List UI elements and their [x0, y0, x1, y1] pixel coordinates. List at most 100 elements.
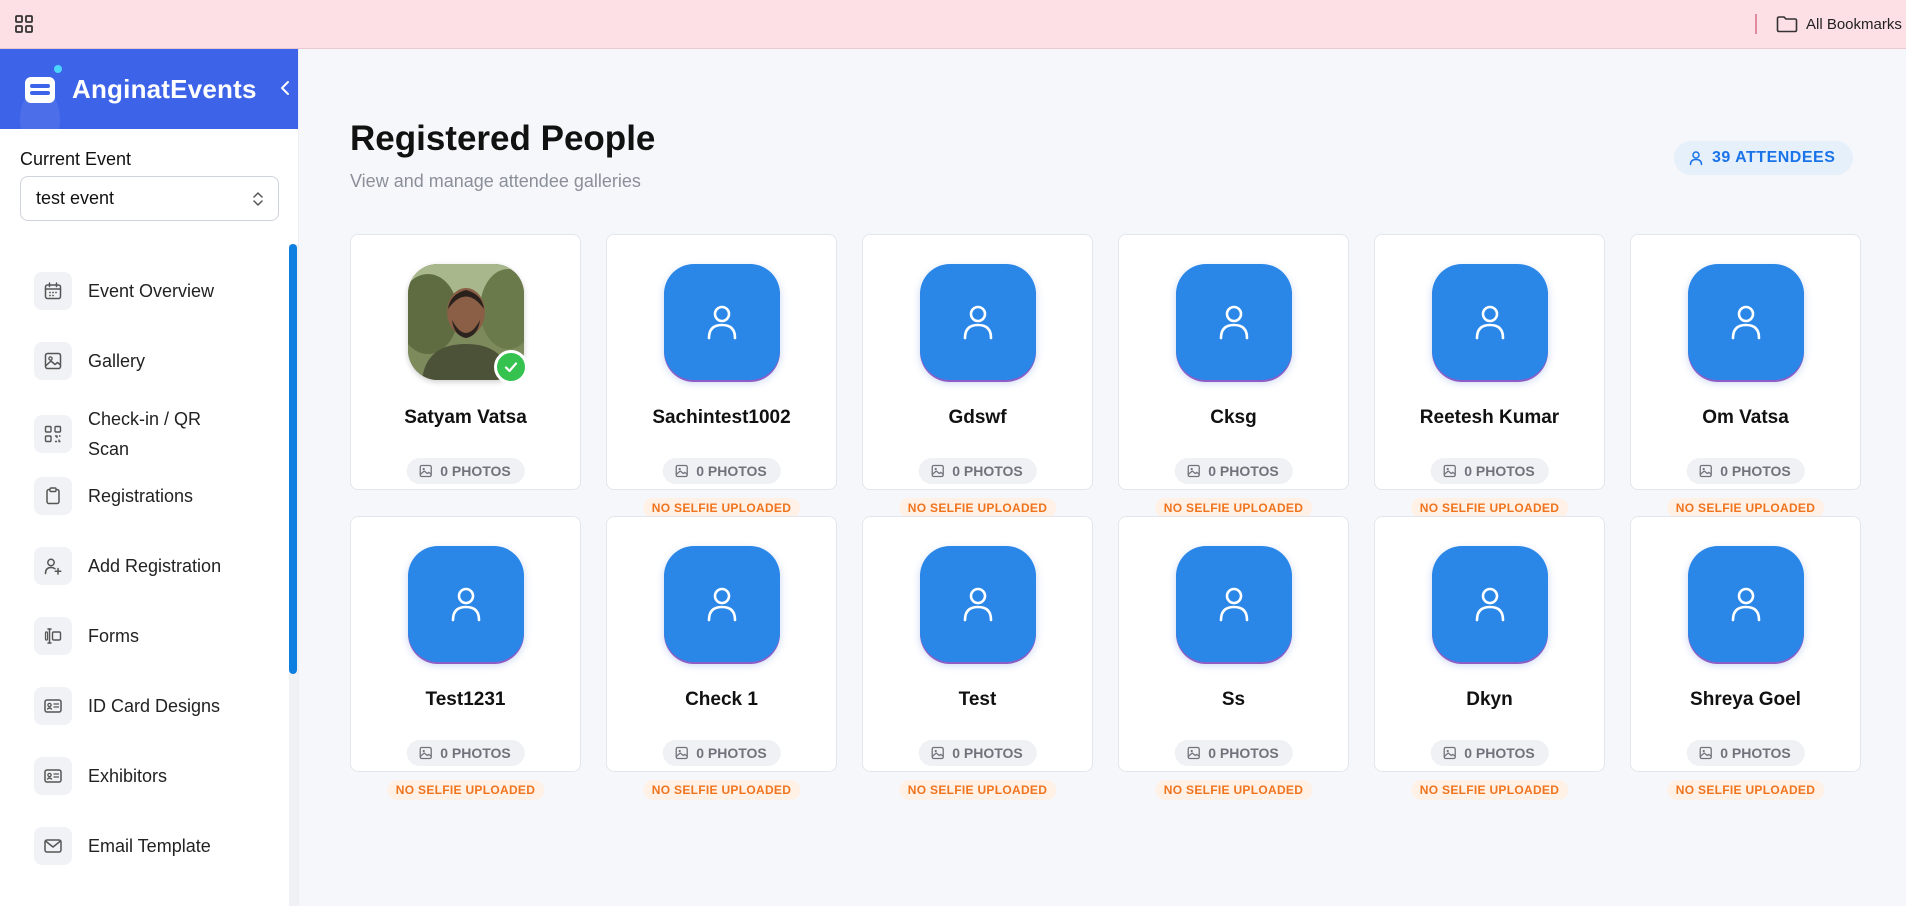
photo-count: 0 PHOTOS	[1464, 745, 1535, 761]
no-selfie-badge: NO SELFIE UPLOADED	[386, 780, 545, 800]
all-bookmarks-button[interactable]: All Bookmarks	[1776, 13, 1902, 35]
current-event-label: Current Event	[20, 149, 132, 169]
mail-icon	[34, 827, 72, 865]
photo-count: 0 PHOTOS	[696, 745, 767, 761]
select-chevrons-icon	[253, 192, 263, 206]
sidebar-item-id-card-designs[interactable]: ID Card Designs	[34, 687, 220, 725]
user-placeholder-icon	[1688, 264, 1804, 380]
current-event-value: test event	[36, 188, 115, 208]
image-icon	[674, 464, 688, 478]
user-placeholder-icon	[920, 546, 1036, 662]
sidebar-item-add-registration[interactable]: Add Registration	[34, 547, 221, 585]
photo-count-badge: 0 PHOTOS	[1430, 740, 1549, 766]
verified-check-icon	[494, 350, 528, 384]
no-selfie-badge: NO SELFIE UPLOADED	[642, 780, 801, 800]
no-selfie-badge: NO SELFIE UPLOADED	[898, 780, 1057, 800]
apps-grid-icon[interactable]	[15, 15, 33, 33]
photo-count-badge: 0 PHOTOS	[1174, 740, 1293, 766]
no-selfie-badge: NO SELFIE UPLOADED	[1154, 498, 1313, 518]
user-placeholder-icon	[1432, 546, 1548, 662]
attendee-card[interactable]: Cksg 0 PHOTOS NO SELFIE UPLOADED	[1118, 234, 1349, 518]
photo-count: 0 PHOTOS	[1464, 463, 1535, 479]
attendee-card[interactable]: Om Vatsa 0 PHOTOS NO SELFIE UPLOADED	[1630, 234, 1861, 518]
attendee-name: Sachintest1002	[652, 407, 791, 428]
brand-name: AnginatEvents	[72, 73, 257, 104]
clipboard-icon	[34, 477, 72, 515]
form-icon	[34, 617, 72, 655]
attendee-card[interactable]: Satyam Vatsa 0 PHOTOS	[350, 234, 581, 490]
image-icon	[418, 464, 432, 478]
attendee-name: Ss	[1221, 689, 1246, 710]
attendee-name: Test	[958, 689, 997, 710]
sidebar-item-exhibitors[interactable]: Exhibitors	[34, 757, 167, 795]
attendee-card[interactable]: Test1231 0 PHOTOS NO SELFIE UPLOADED	[350, 516, 581, 800]
image-icon	[1442, 464, 1456, 478]
attendee-name: Satyam Vatsa	[404, 407, 527, 428]
sidebar-item-event-overview[interactable]: Event Overview	[34, 272, 214, 310]
no-selfie-badge: NO SELFIE UPLOADED	[1666, 498, 1825, 518]
image-icon	[1698, 746, 1712, 760]
page-subtitle: View and manage attendee galleries	[350, 171, 641, 191]
sidebar-item-checkin-qr-scan[interactable]: Check-in / QR Scan	[34, 404, 218, 464]
sidebar-item-registrations[interactable]: Registrations	[34, 477, 193, 515]
app-logo-icon	[22, 65, 62, 107]
user-placeholder-icon	[664, 546, 780, 662]
photo-count: 0 PHOTOS	[440, 745, 511, 761]
attendee-card[interactable]: Sachintest1002 0 PHOTOS NO SELFIE UPLOADED	[606, 234, 837, 518]
no-selfie-badge: NO SELFIE UPLOADED	[1410, 780, 1569, 800]
sidebar-item-label: ID Card Designs	[88, 696, 221, 716]
image-icon	[930, 746, 944, 760]
attendee-card[interactable]: Dkyn 0 PHOTOS NO SELFIE UPLOADED	[1374, 516, 1605, 800]
image-icon	[674, 746, 688, 760]
sidebar-item-forms[interactable]: Forms	[34, 617, 139, 655]
photo-count-badge: 0 PHOTOS	[1430, 458, 1549, 484]
image-icon	[930, 464, 944, 478]
attendee-card[interactable]: Gdswf 0 PHOTOS NO SELFIE UPLOADED	[862, 234, 1093, 518]
sidebar-item-label: Email Template	[88, 836, 211, 856]
user-placeholder-icon	[1432, 264, 1548, 380]
photo-count: 0 PHOTOS	[952, 745, 1023, 761]
image-icon	[1698, 464, 1712, 478]
attendee-card[interactable]: Shreya Goel 0 PHOTOS NO SELFIE UPLOADED	[1630, 516, 1861, 800]
sidebar-item-label: Check-in / QR Scan	[88, 409, 202, 459]
photo-count: 0 PHOTOS	[1208, 745, 1279, 761]
sidebar-item-email-template[interactable]: Email Template	[34, 827, 211, 865]
photo-count-badge: 0 PHOTOS	[1686, 740, 1805, 766]
attendee-name: Test1231	[425, 689, 506, 710]
all-bookmarks-label: All Bookmarks	[1806, 15, 1902, 33]
attendee-card[interactable]: Check 1 0 PHOTOS NO SELFIE UPLOADED	[606, 516, 837, 800]
sidebar-item-gallery[interactable]: Gallery	[34, 342, 145, 380]
image-icon	[1186, 746, 1200, 760]
attendee-count: 39 ATTENDEES	[1712, 149, 1836, 166]
photo-count-badge: 0 PHOTOS	[918, 458, 1037, 484]
id-card-icon	[34, 757, 72, 795]
attendee-card[interactable]: Reetesh Kumar 0 PHOTOS NO SELFIE UPLOADED	[1374, 234, 1605, 518]
photo-count: 0 PHOTOS	[1208, 463, 1279, 479]
photo-count-badge: 0 PHOTOS	[1174, 458, 1293, 484]
photo-count: 0 PHOTOS	[440, 463, 511, 479]
attendee-name: Cksg	[1210, 407, 1257, 428]
id-card-icon	[34, 687, 72, 725]
folder-icon	[1776, 16, 1798, 33]
attendee-card[interactable]: Ss 0 PHOTOS NO SELFIE UPLOADED	[1118, 516, 1349, 800]
sidebar-item-label: Gallery	[88, 351, 146, 371]
photo-count-badge: 0 PHOTOS	[918, 740, 1037, 766]
photo-count-badge: 0 PHOTOS	[406, 740, 525, 766]
photo-count-badge: 0 PHOTOS	[662, 740, 781, 766]
image-icon	[34, 342, 72, 380]
attendee-name: Gdswf	[948, 407, 1007, 428]
photo-count-badge: 0 PHOTOS	[662, 458, 781, 484]
browser-bookmarks-bar: All Bookmarks	[0, 0, 1906, 49]
qr-code-icon	[34, 415, 72, 453]
no-selfie-badge: NO SELFIE UPLOADED	[1410, 498, 1569, 518]
attendee-name: Om Vatsa	[1702, 407, 1789, 428]
user-placeholder-icon	[408, 546, 524, 662]
sidebar-scrollbar-thumb[interactable]	[289, 244, 297, 674]
current-event-select[interactable]: test event	[20, 176, 279, 221]
user-placeholder-icon	[1688, 546, 1804, 662]
collapse-sidebar-icon[interactable]	[276, 77, 294, 99]
attendee-name: Reetesh Kumar	[1419, 407, 1560, 428]
attendee-card[interactable]: Test 0 PHOTOS NO SELFIE UPLOADED	[862, 516, 1093, 800]
sidebar-item-label: Add Registration	[88, 556, 222, 576]
sidebar-item-label: Event Overview	[88, 281, 215, 301]
